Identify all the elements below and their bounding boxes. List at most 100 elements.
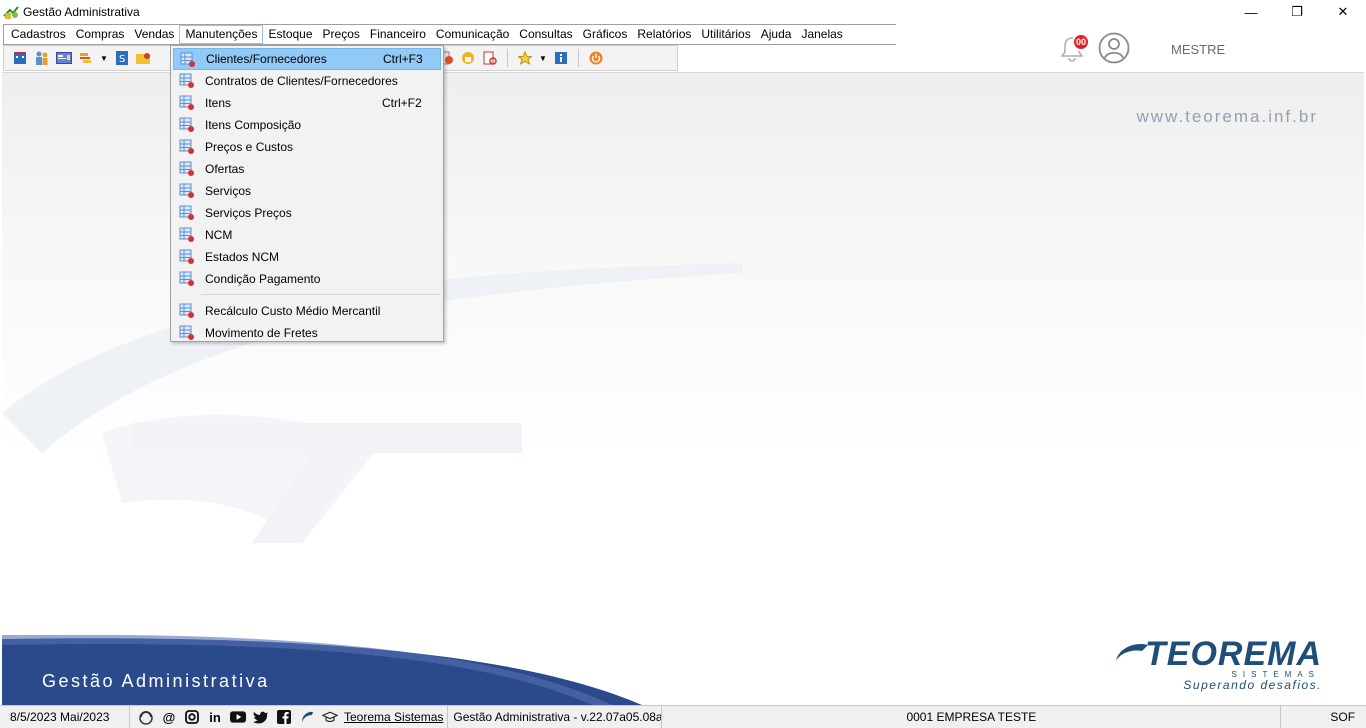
- menu-item-ofertas[interactable]: Ofertas: [173, 158, 441, 180]
- menu-utilitarios[interactable]: Utilitários: [696, 25, 755, 44]
- toolbar-separator: [507, 49, 508, 67]
- svg-text:S: S: [119, 54, 125, 65]
- facebook-icon[interactable]: [276, 709, 292, 725]
- header-right: 00 MESTRE: [896, 24, 1366, 72]
- app-icon: [3, 6, 19, 19]
- window-title: Gestão Administrativa: [23, 5, 140, 19]
- website-url: www.teorema.inf.br: [1136, 107, 1318, 126]
- grid-settings-icon: [179, 139, 194, 154]
- grid-settings-icon: [179, 205, 194, 220]
- users-icon[interactable]: [34, 50, 50, 66]
- teorema-swoosh-icon[interactable]: [299, 709, 315, 725]
- menu-graficos[interactable]: Gráficos: [578, 25, 633, 44]
- dollar-icon[interactable]: S: [114, 50, 130, 66]
- menu-relatorios[interactable]: Relatórios: [632, 25, 696, 44]
- menu-bar: Cadastros Compras Vendas Manutenções Est…: [3, 24, 903, 45]
- menu-item-clientes-fornecedores[interactable]: Clientes/Fornecedores Ctrl+F3: [173, 48, 441, 70]
- menu-precos[interactable]: Preços: [318, 25, 365, 44]
- instagram-icon[interactable]: [184, 709, 200, 725]
- info-icon[interactable]: [553, 50, 569, 66]
- menu-ajuda[interactable]: Ajuda: [756, 25, 797, 44]
- status-version: Gestão Administrativa - v.22.07a05.08a: [448, 705, 663, 728]
- menu-financeiro[interactable]: Financeiro: [365, 25, 431, 44]
- grid-settings-icon: [179, 73, 194, 88]
- menu-item-label: Serviços Preços: [205, 206, 292, 220]
- grid-settings-icon: [179, 249, 194, 264]
- menu-item-condicao-pagamento[interactable]: Condição Pagamento: [173, 268, 441, 290]
- notification-badge[interactable]: 00: [1072, 33, 1090, 51]
- menu-item-label: Itens: [205, 96, 232, 110]
- banner-title: Gestão Administrativa: [42, 671, 270, 691]
- title-bar: Gestão Administrativa — ❐ ✕: [0, 0, 1366, 24]
- menu-item-itens[interactable]: Itens Ctrl+F2: [173, 92, 441, 114]
- teorema-logo: TEOREMA SISTEMAS Superando desafios.: [1074, 635, 1324, 699]
- graduation-cap-icon[interactable]: [322, 709, 338, 725]
- menu-item-shortcut: Ctrl+F2: [382, 96, 422, 110]
- manutencoes-dropdown: Clientes/Fornecedores Ctrl+F3 Contratos …: [170, 45, 444, 342]
- menu-janelas[interactable]: Janelas: [796, 25, 847, 44]
- menu-consultas[interactable]: Consultas: [514, 25, 577, 44]
- menu-comunicacao[interactable]: Comunicação: [431, 25, 514, 44]
- twitter-icon[interactable]: [253, 709, 269, 725]
- menu-item-precos-custos[interactable]: Preços e Custos: [173, 136, 441, 158]
- linkedin-icon[interactable]: in: [207, 709, 223, 725]
- grid-settings-icon: [179, 271, 194, 286]
- id-card-icon[interactable]: [56, 50, 72, 66]
- grid-settings-icon: [179, 161, 194, 176]
- menu-estoque[interactable]: Estoque: [263, 25, 317, 44]
- grid-settings-icon: [179, 95, 194, 110]
- menu-item-label: Clientes/Fornecedores: [206, 52, 327, 66]
- menu-item-label: Estados NCM: [205, 250, 280, 264]
- status-bar: 8/5/2023 Mai/2023 @ in Teorema Sistemas …: [0, 705, 1366, 728]
- menu-cadastros[interactable]: Cadastros: [6, 25, 71, 44]
- building-icon[interactable]: [12, 50, 28, 66]
- logo-name: TEOREMA: [1145, 635, 1322, 673]
- restore-button[interactable]: ❐: [1274, 0, 1320, 24]
- minimize-button[interactable]: —: [1228, 0, 1274, 24]
- menu-item-label: Recálculo Custo Médio Mercantil: [205, 304, 381, 318]
- close-button[interactable]: ✕: [1320, 0, 1366, 24]
- menu-separator: [201, 294, 441, 295]
- grid-settings-icon: [179, 183, 194, 198]
- menu-item-ncm[interactable]: NCM: [173, 224, 441, 246]
- menu-compras[interactable]: Compras: [71, 25, 130, 44]
- folder-users-icon[interactable]: [136, 50, 152, 66]
- grid-settings-icon: [179, 227, 194, 242]
- lock-icon[interactable]: [460, 50, 476, 66]
- menu-item-estados-ncm[interactable]: Estados NCM: [173, 246, 441, 268]
- email-icon[interactable]: @: [161, 709, 177, 725]
- toolbar-separator: [578, 49, 579, 67]
- menu-item-label: Preços e Custos: [205, 140, 294, 154]
- grid-settings-icon: [179, 325, 194, 340]
- logo-slogan: Superando desafios.: [1183, 678, 1322, 692]
- menu-manutencoes[interactable]: Manutenções: [179, 25, 264, 44]
- company-link[interactable]: Teorema Sistemas: [338, 705, 449, 728]
- grid-settings-icon: [180, 52, 195, 67]
- menu-item-label: Condição Pagamento: [205, 272, 321, 286]
- status-right: SOF: [1330, 710, 1356, 724]
- menu-item-servicos-precos[interactable]: Serviços Preços: [173, 202, 441, 224]
- menu-vendas[interactable]: Vendas: [129, 25, 179, 44]
- menu-item-shortcut: Ctrl+F3: [383, 52, 423, 66]
- grid-settings-icon: [179, 303, 194, 318]
- support-icon[interactable]: [138, 709, 154, 725]
- star-icon[interactable]: [517, 50, 533, 66]
- menu-item-contratos[interactable]: Contratos de Clientes/Fornecedores: [173, 70, 441, 92]
- list-icon[interactable]: [78, 50, 94, 66]
- user-icon[interactable]: [1098, 32, 1130, 64]
- power-icon[interactable]: [588, 50, 604, 66]
- status-date: 8/5/2023 Mai/2023: [0, 705, 130, 728]
- menu-item-movimento-fretes[interactable]: Movimento de Fretes: [173, 322, 441, 344]
- menu-item-label: NCM: [205, 228, 233, 242]
- menu-item-label: Contratos de Clientes/Fornecedores: [205, 74, 398, 88]
- menu-item-label: Itens Composição: [205, 118, 302, 132]
- report-search-icon[interactable]: [482, 50, 498, 66]
- status-company: 0001 EMPRESA TESTE: [662, 705, 1282, 728]
- chevron-down-icon[interactable]: ▼: [539, 54, 547, 63]
- youtube-icon[interactable]: [230, 709, 246, 725]
- menu-item-itens-composicao[interactable]: Itens Composição: [173, 114, 441, 136]
- user-name: MESTRE: [1171, 42, 1226, 57]
- menu-item-recalculo-custo[interactable]: Recálculo Custo Médio Mercantil: [173, 300, 441, 322]
- chevron-down-icon[interactable]: ▼: [100, 54, 108, 63]
- menu-item-servicos[interactable]: Serviços: [173, 180, 441, 202]
